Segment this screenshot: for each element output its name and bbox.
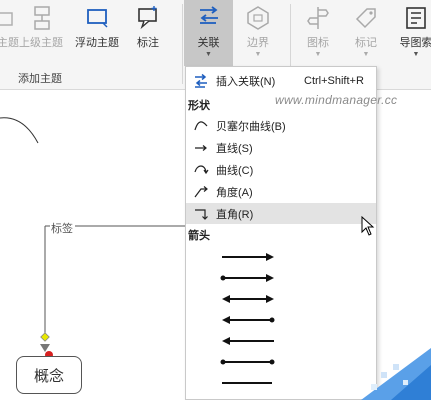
bezier-curve-icon [186,118,216,134]
insert-relationship-icon [186,73,216,89]
connector-diamond [40,332,50,342]
relationship-tag-label[interactable]: 标签 [50,220,74,236]
curve-icon [186,162,216,178]
arrow-style-1[interactable] [222,253,274,261]
menu-item-shortcut: Ctrl+Shift+R [304,74,364,87]
arrow-style-list [220,253,275,384]
menu-item-label: 角度(A) [216,186,253,199]
angle-line-icon [186,184,216,200]
menu-section-shape: 形状 [188,100,210,112]
right-angle-icon [186,206,216,222]
menu-item-label: 直角(R) [216,208,254,221]
menu-item-straight[interactable]: 直线(S) [186,137,376,158]
menu-item-label: 直线(S) [216,142,253,155]
mouse-cursor-icon [361,216,375,236]
concept-topic[interactable]: 概念 [16,356,82,394]
menu-section-arrow: 箭头 [188,230,210,242]
arrow-style-5[interactable] [222,337,274,345]
corner-decoration [361,348,431,400]
menu-item-bezier[interactable]: 贝塞尔曲线(B) [186,115,376,136]
arrow-style-4[interactable] [222,316,275,324]
menu-item-angle[interactable]: 角度(A) [186,181,376,202]
menu-item-label: 贝塞尔曲线(B) [216,120,286,133]
watermark: www.mindmanager.cc [275,93,398,107]
canvas-curve [0,117,39,144]
arrow-style-2[interactable] [220,274,275,282]
arrow-style-3[interactable] [222,295,274,303]
menu-item-curve[interactable]: 曲线(C) [186,159,376,180]
menu-item-insert-relationship[interactable]: 插入关联(N) Ctrl+Shift+R [186,70,376,91]
connector-arrowhead [40,344,50,352]
menu-item-right-angle[interactable]: 直角(R) [186,203,376,224]
arrow-style-6[interactable] [220,359,275,365]
menu-item-label: 曲线(C) [216,164,254,177]
straight-line-icon [186,140,216,156]
menu-item-label: 插入关联(N) [216,75,276,88]
